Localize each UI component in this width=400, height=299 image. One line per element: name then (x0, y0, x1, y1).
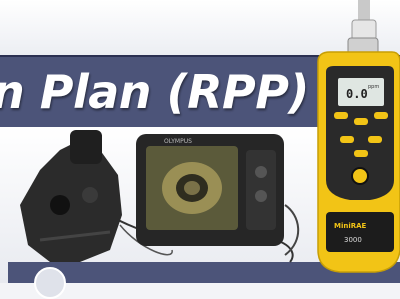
detector-brand: MiniRAE (334, 222, 367, 230)
detector-reading: 0.0 (346, 87, 368, 101)
detector-model: 3000 (344, 236, 362, 244)
gas-detector-illustration: 0.0 ppm MiniRAE 3000 (317, 0, 400, 273)
detector-unit: ppm (368, 84, 379, 90)
